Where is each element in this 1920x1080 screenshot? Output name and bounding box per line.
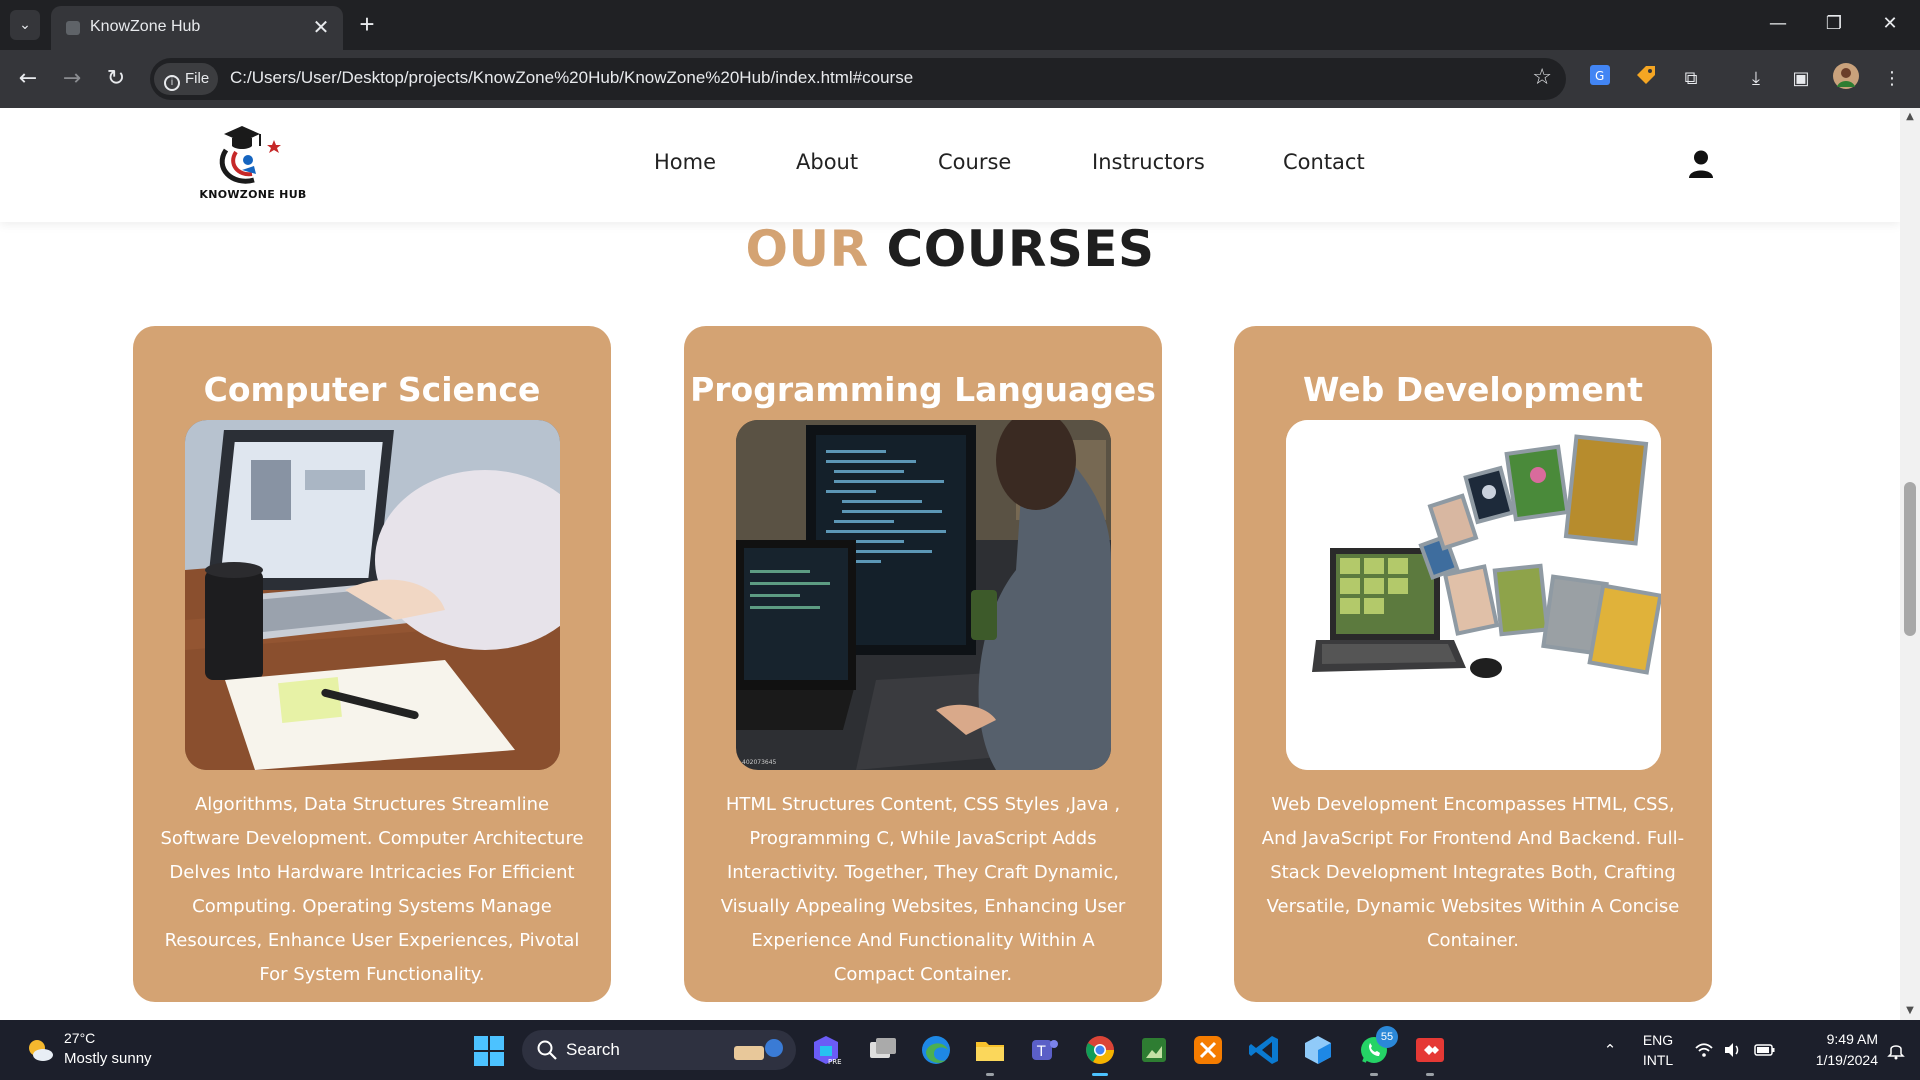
address-bar[interactable]: i File C:/Users/User/Desktop/projects/Kno…	[150, 58, 1566, 100]
browser-tab[interactable]: KnowZone Hub ✕	[51, 6, 343, 50]
user-icon[interactable]	[1688, 150, 1714, 178]
star-icon[interactable]: ☆	[1532, 65, 1552, 90]
weather-desc: Mostly sunny	[64, 1050, 152, 1067]
search-highlight-icon	[734, 1039, 783, 1060]
svg-text:402073645: 402073645	[742, 759, 777, 766]
file-chip-label: File	[185, 70, 210, 87]
course-title: Web Development	[1302, 370, 1644, 409]
active-indicator	[1092, 1073, 1108, 1076]
scroll-thumb[interactable]	[1904, 482, 1916, 636]
notepad-image-icon[interactable]	[1136, 1032, 1172, 1068]
tray-chevron-up-icon[interactable]: ⌃	[1600, 1040, 1620, 1060]
svg-text:T: T	[1036, 1044, 1046, 1060]
page-viewport: KNOWZONE HUB Home About Course Instructo…	[0, 108, 1900, 1020]
edge-icon[interactable]	[918, 1032, 954, 1068]
search-label: Search	[566, 1040, 620, 1059]
course-card-computer-science[interactable]: Computer Science Algorithms, Data Struct…	[133, 326, 611, 1002]
menu-kebab-icon[interactable]: ⋮	[1876, 63, 1908, 95]
running-indicator	[1426, 1073, 1434, 1076]
teams-icon[interactable]: T	[1026, 1032, 1062, 1068]
virtualbox-icon[interactable]	[1300, 1032, 1336, 1068]
browser-tab-bar: ⌄ KnowZone Hub ✕ + — ❐ ✕	[0, 0, 1920, 50]
clock-date[interactable]: 1/19/2024	[1786, 1052, 1878, 1068]
page-scrollbar[interactable]: ▲ ▼	[1900, 108, 1920, 1020]
running-indicator	[1370, 1073, 1378, 1076]
puzzle-icon[interactable]: ⧉	[1675, 63, 1707, 95]
section-title-main: COURSES	[886, 220, 1155, 278]
close-window-icon[interactable]: ✕	[1862, 0, 1918, 48]
tag-extension-icon[interactable]	[1630, 63, 1662, 95]
xampp-icon[interactable]	[1190, 1032, 1226, 1068]
volume-icon[interactable]	[1722, 1040, 1742, 1060]
running-indicator	[986, 1073, 994, 1076]
chrome-icon[interactable]	[1082, 1032, 1118, 1076]
language-code[interactable]: ENG	[1636, 1032, 1680, 1048]
url-text[interactable]: C:/Users/User/Desktop/projects/KnowZone%…	[230, 68, 913, 88]
site-info-chip[interactable]: i File	[154, 63, 218, 95]
course-title: Computer Science	[203, 370, 541, 409]
browser-toolbar: ← → ↻ i File C:/Users/User/Desktop/projec…	[0, 50, 1920, 108]
nav-contact[interactable]: Contact	[1283, 150, 1365, 174]
nav-instructors[interactable]: Instructors	[1092, 150, 1205, 174]
reload-icon[interactable]: ↻	[100, 63, 132, 95]
anydesk-icon[interactable]	[1412, 1032, 1448, 1076]
nav-about[interactable]: About	[796, 150, 858, 174]
translate-icon[interactable]: G	[1584, 63, 1616, 95]
svg-text:G: G	[1595, 69, 1604, 83]
vscode-icon[interactable]	[1246, 1032, 1282, 1068]
weather-temp: 27°C	[64, 1030, 96, 1046]
profile-avatar[interactable]	[1830, 63, 1862, 95]
new-tab-button[interactable]: +	[352, 10, 382, 40]
section-title-accent: OUR	[745, 220, 869, 278]
forward-icon[interactable]: →	[56, 63, 88, 95]
copilot-icon[interactable]: PRE	[808, 1032, 844, 1068]
file-explorer-icon[interactable]	[972, 1032, 1008, 1076]
logo-text: KNOWZONE HUB	[199, 188, 307, 201]
nav-course[interactable]: Course	[938, 150, 1011, 174]
course-description: Algorithms, Data Structures Streamline S…	[160, 794, 584, 985]
weather-sun-cloud-icon[interactable]	[26, 1036, 54, 1064]
search-icon	[536, 1039, 558, 1061]
course-title: Programming Languages	[690, 370, 1156, 409]
side-panel-icon[interactable]: ▣	[1785, 63, 1817, 95]
keyboard-layout[interactable]: INTL	[1636, 1052, 1680, 1068]
taskbar-search[interactable]: Search	[522, 1030, 796, 1070]
course-description: HTML Structures Content, CSS Styles ,Jav…	[720, 794, 1126, 985]
whatsapp-icon[interactable]: 55	[1356, 1026, 1398, 1076]
site-header: KNOWZONE HUB Home About Course Instructo…	[0, 108, 1900, 222]
course-card-web-development[interactable]: Web Development Web Development Encompas…	[1234, 326, 1712, 1002]
minimize-icon[interactable]: —	[1750, 0, 1806, 48]
restore-icon[interactable]: ❐	[1806, 0, 1862, 48]
start-windows-icon[interactable]	[474, 1036, 504, 1066]
scroll-up-arrow-icon[interactable]: ▲	[1900, 108, 1920, 126]
nav-home[interactable]: Home	[654, 150, 716, 174]
task-view-icon[interactable]	[864, 1032, 900, 1068]
tab-search-icon[interactable]: ⌄	[10, 10, 40, 40]
notification-bell-icon[interactable]	[1886, 1040, 1906, 1060]
info-icon: i	[164, 75, 180, 91]
svg-text:PRE: PRE	[828, 1058, 842, 1066]
tab-close-icon[interactable]: ✕	[309, 16, 333, 40]
notification-badge: 55	[1376, 1026, 1398, 1048]
course-image-coding-monitor: 402073645	[736, 420, 1111, 770]
back-icon[interactable]: ←	[12, 63, 44, 95]
tab-title: KnowZone Hub	[90, 18, 201, 35]
course-image-laptop-photos	[1286, 420, 1661, 770]
course-description: Web Development Encompasses HTML, CSS, A…	[1261, 794, 1685, 951]
favicon-icon	[66, 21, 80, 35]
section-title: OUR COURSES	[0, 220, 1900, 278]
battery-icon[interactable]	[1754, 1040, 1775, 1060]
download-icon[interactable]: ⤓	[1740, 63, 1772, 95]
wifi-icon[interactable]	[1694, 1040, 1714, 1060]
scroll-down-arrow-icon[interactable]: ▼	[1900, 1002, 1920, 1020]
course-card-programming-languages[interactable]: Programming Languages 402073645 HTML Str…	[684, 326, 1162, 1002]
course-image-laptop-desk	[185, 420, 560, 770]
clock-time[interactable]: 9:49 AM	[1786, 1031, 1878, 1047]
windows-taskbar: 27°C Mostly sunny Search PRE T 55 ⌃ ENG …	[0, 1020, 1920, 1080]
